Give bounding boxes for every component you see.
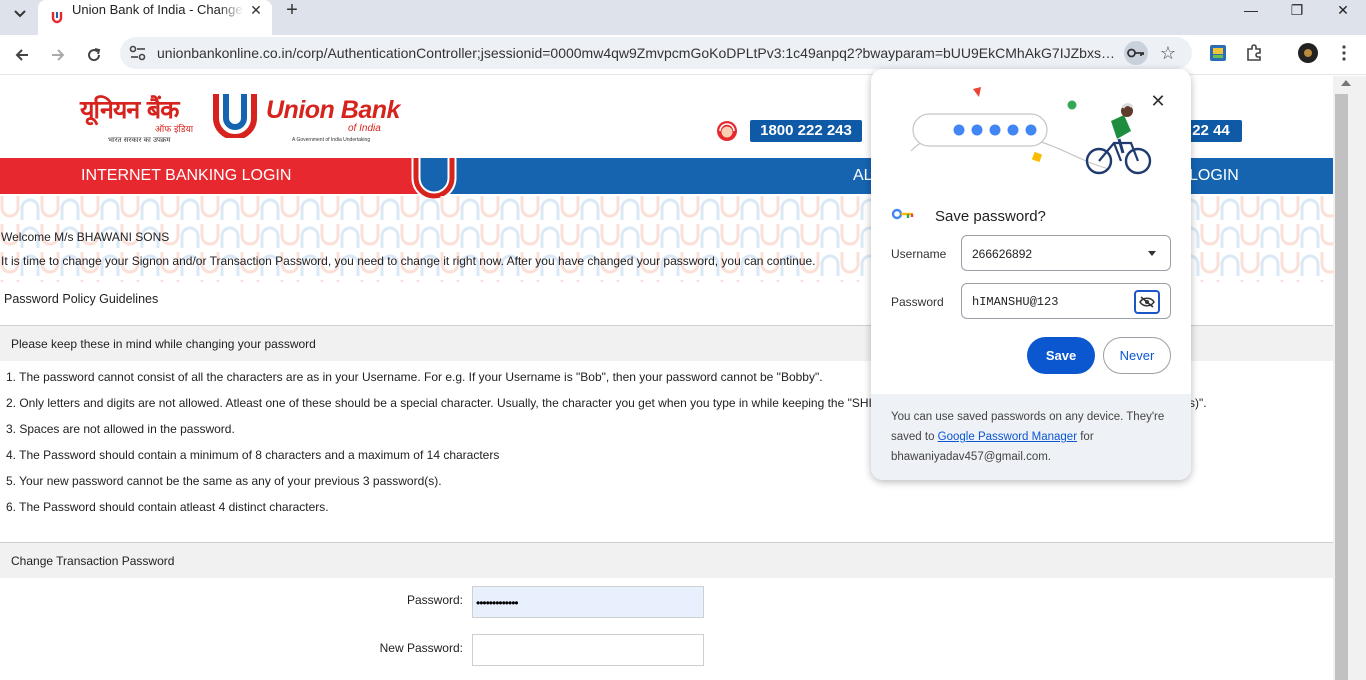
guidelines-title: Password Policy Guidelines (4, 292, 159, 306)
save-password-dialog: ✕ Save password? Username 266626892 Pass… (871, 69, 1191, 480)
banner-left-text: INTERNET BANKING LOGIN (81, 167, 292, 184)
extension-app-icon[interactable] (1206, 41, 1230, 65)
tab-close-icon[interactable]: ✕ (248, 2, 264, 18)
tab-search-chevron-icon[interactable] (8, 2, 32, 26)
tab-title: Union Bank of India - Change Password (72, 3, 244, 17)
password-label: Password (891, 295, 944, 309)
reload-icon[interactable] (80, 41, 108, 69)
password-field-value: ••••••••••••• (476, 596, 519, 610)
dialog-footer: You can use saved passwords on any devic… (871, 394, 1191, 480)
rule-item: 3. Spaces are not allowed in the passwor… (6, 422, 235, 436)
minimize-button[interactable]: — (1228, 0, 1274, 20)
dialog-close-icon[interactable]: ✕ (1148, 91, 1168, 111)
logo-hindi-subtext: ऑफ इंडिया (155, 125, 194, 135)
logo-english-tagline: A Government of India Undertaking (292, 137, 371, 143)
helpline-number: 1800 222 243 (750, 120, 862, 142)
active-tab[interactable]: Union Bank of India - Change Password ✕ (38, 0, 272, 35)
logo-hindi-text: यूनियन बैंक (80, 95, 179, 124)
username-label: Username (891, 247, 947, 261)
welcome-text: Welcome M/s BHAWANI SONS (1, 230, 170, 244)
scrollbar-thumb[interactable] (1335, 94, 1348, 680)
new-password-field[interactable] (472, 634, 704, 666)
password-field[interactable]: hIMANSHU@123 (961, 283, 1171, 319)
password-key-icon[interactable] (1124, 41, 1148, 65)
bookmark-star-icon[interactable]: ☆ (1156, 41, 1180, 65)
intro-text: It is time to change your Signon and/or … (1, 254, 816, 268)
logo-hindi-tagline: भारत सरकार का उपक्रम (108, 136, 171, 144)
restore-button[interactable]: ❐ (1274, 0, 1320, 20)
rule-item: 5. Your new password cannot be the same … (6, 474, 442, 488)
username-value: 266626892 (972, 247, 1033, 261)
save-button[interactable]: Save (1027, 337, 1095, 374)
password-label: Password: (406, 593, 463, 607)
address-bar[interactable]: unionbankonline.co.in/corp/Authenticatio… (120, 37, 1192, 69)
back-arrow-icon[interactable] (8, 41, 36, 69)
hide-password-eye-icon[interactable] (1134, 290, 1160, 314)
new-tab-button[interactable]: + (282, 0, 302, 20)
new-password-label: New Password: (379, 641, 463, 655)
rule-item: 6. The Password should contain atleast 4… (6, 500, 329, 514)
banner-right-text: LOGIN (1189, 167, 1239, 184)
never-button[interactable]: Never (1103, 337, 1171, 374)
banner-logo-icon (411, 158, 457, 200)
username-dropdown[interactable]: 266626892 (961, 235, 1171, 271)
footer-text: You can use saved passwords on any devic… (891, 411, 1165, 463)
site-info-icon[interactable] (128, 44, 148, 62)
scroll-up-arrow-icon[interactable] (1341, 80, 1351, 86)
banner-middle-text: AL (853, 167, 873, 184)
url-text[interactable]: unionbankonline.co.in/corp/Authenticatio… (157, 45, 1122, 61)
password-manager-link[interactable]: Google Password Manager (938, 431, 1077, 443)
rule-item: 1. The password cannot consist of all th… (6, 370, 823, 384)
password-value: hIMANSHU@123 (972, 295, 1059, 309)
logo-english-text: Union Bank (266, 96, 400, 124)
dialog-title: Save password? (935, 208, 1046, 225)
page-scrollbar[interactable] (1333, 76, 1366, 680)
union-bank-logo-icon (213, 94, 257, 138)
rule-item: 2. Only letters and digits are not allow… (6, 396, 880, 410)
change-password-header: Change Transaction Password (0, 542, 1333, 578)
chevron-down-icon (1148, 251, 1156, 256)
forward-arrow-icon[interactable] (44, 41, 72, 69)
window-close-button[interactable]: ✕ (1320, 0, 1366, 20)
google-key-icon (891, 208, 914, 220)
logo-english-subtext: of India (348, 123, 381, 134)
helpline-agent-icon (717, 121, 737, 141)
extensions-puzzle-icon[interactable] (1242, 41, 1266, 65)
union-bank-favicon-icon (51, 12, 63, 24)
tab-strip: Union Bank of India - Change Password ✕ … (0, 0, 1366, 35)
rule-item: 4. The Password should contain a minimum… (6, 448, 500, 462)
profile-avatar[interactable] (1296, 41, 1320, 65)
rule-item-tail: s)". (1189, 396, 1207, 410)
password-field[interactable]: ••••••••••••• (472, 586, 704, 618)
menu-kebab-icon[interactable] (1332, 41, 1356, 65)
cyclist-illustration (910, 87, 1152, 175)
